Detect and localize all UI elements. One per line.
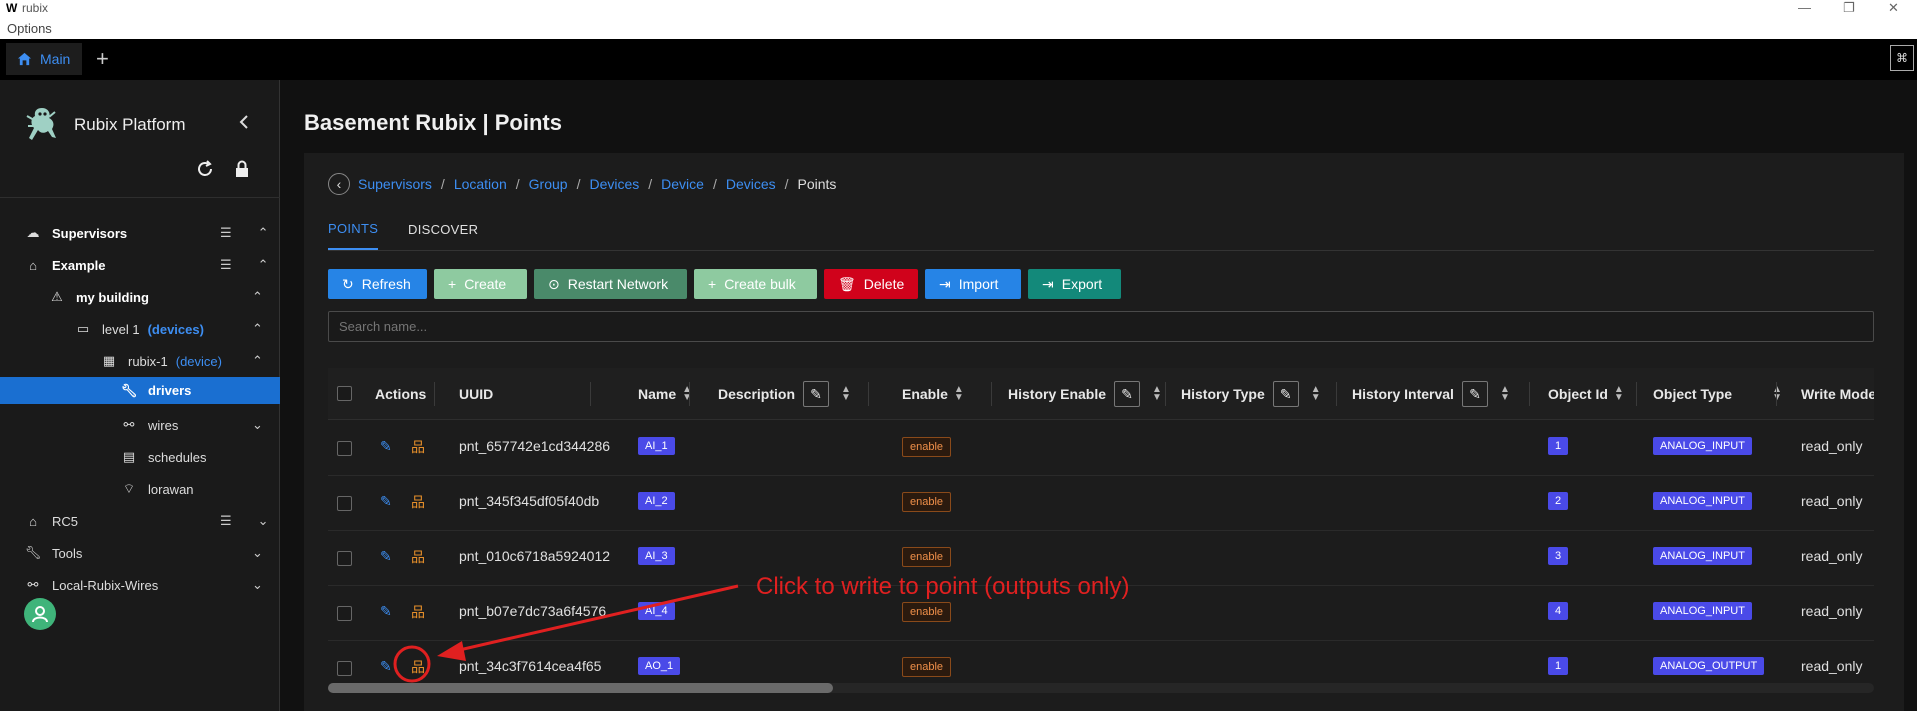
- annotation-overlay: [393, 584, 739, 683]
- annotation-circle: [393, 645, 431, 683]
- annotation-arrow-line: [454, 584, 739, 653]
- annotation-arrowhead: [437, 641, 466, 661]
